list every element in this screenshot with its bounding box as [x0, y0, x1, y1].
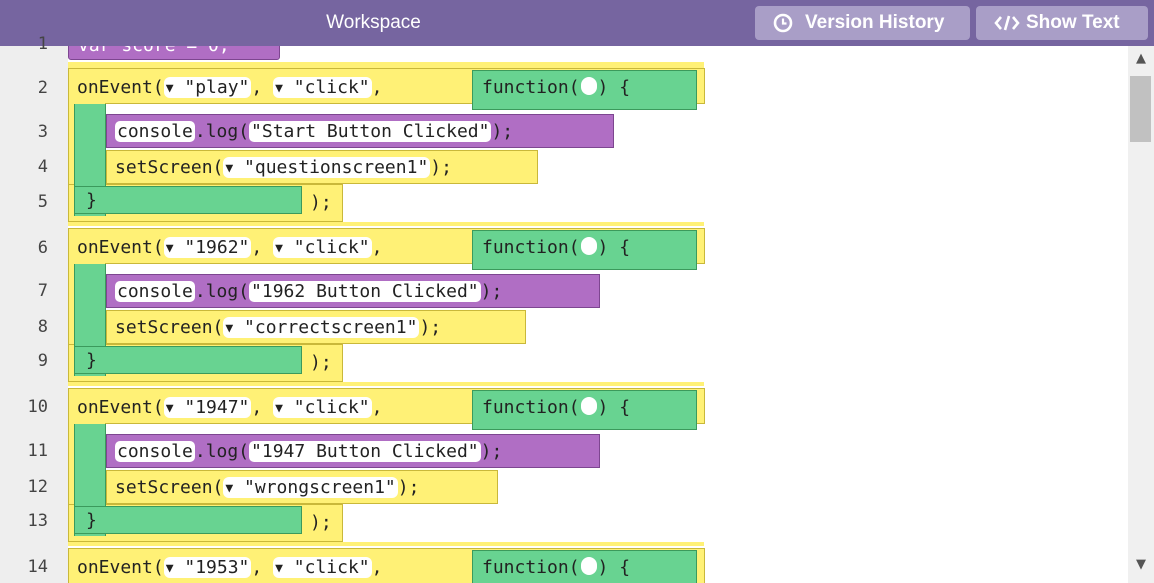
show-text-button[interactable]: Show Text [976, 6, 1148, 40]
triangle-down-icon: ▼ [165, 81, 174, 96]
clock-icon [773, 6, 793, 40]
console-log-line: console .log("Start Button Clicked"); [115, 121, 514, 142]
close-brace: } [86, 510, 97, 531]
block-separator [68, 382, 704, 386]
triangle-down-icon: ▼ [225, 481, 234, 496]
screen-dropdown[interactable]: ▼ "questionscreen1" [223, 157, 431, 178]
screen-dropdown[interactable]: ▼ "correctscreen1" [223, 317, 420, 338]
version-history-label: Version History [805, 12, 945, 33]
triangle-down-icon: ▼ [225, 161, 234, 176]
close-brace: } [86, 350, 97, 371]
element-id-dropdown[interactable]: ▼ "1947" [163, 397, 252, 418]
setscreen-line: setScreen(▼ "questionscreen1"); [115, 157, 452, 178]
onevent-line: onEvent(▼ "1953", ▼ "click", [77, 557, 383, 578]
scroll-down-arrow-icon[interactable]: ▼ [1128, 554, 1154, 576]
variable-declaration-code: var score = 0; [78, 46, 230, 58]
element-id-dropdown[interactable]: ▼ "1953" [163, 557, 252, 578]
workspace-title: Workspace [326, 12, 421, 33]
triangle-down-icon: ▼ [225, 321, 234, 336]
event-type-dropdown[interactable]: ▼ "click" [273, 77, 372, 98]
function-line: function() { [482, 397, 631, 418]
parameter-slot[interactable] [580, 397, 597, 415]
event-type-dropdown[interactable]: ▼ "click" [273, 557, 372, 578]
function-block-footer [74, 186, 302, 214]
onevent-line: onEvent(▼ "1962", ▼ "click", [77, 237, 383, 258]
triangle-down-icon: ▼ [275, 241, 283, 256]
block-workspace[interactable]: var score = 0; onEvent(▼ "play", ▼ "clic… [0, 46, 1128, 583]
element-id-dropdown[interactable]: ▼ "play" [163, 77, 252, 98]
workspace-header: Workspace Version History Show Text [0, 0, 1154, 46]
function-line: function() { [482, 557, 631, 578]
block-separator [68, 542, 704, 546]
function-block-footer [74, 506, 302, 534]
function-line: function() { [482, 237, 631, 258]
show-text-label: Show Text [1026, 12, 1120, 33]
setscreen-line: setScreen(▼ "wrongscreen1"); [115, 477, 420, 498]
log-text-input[interactable]: "1947 Button Clicked" [249, 441, 481, 462]
log-text-input[interactable]: "Start Button Clicked" [249, 121, 492, 142]
close-block: ); [310, 352, 332, 373]
event-type-dropdown[interactable]: ▼ "click" [273, 397, 372, 418]
function-line: function() { [482, 77, 631, 98]
screen-dropdown[interactable]: ▼ "wrongscreen1" [223, 477, 398, 498]
triangle-down-icon: ▼ [165, 241, 174, 256]
parameter-slot[interactable] [580, 237, 597, 255]
block-separator [68, 222, 704, 226]
vertical-scrollbar[interactable]: ▲ ▼ [1128, 46, 1154, 583]
triangle-down-icon: ▼ [275, 561, 283, 576]
onevent-line: onEvent(▼ "1947", ▼ "click", [77, 397, 383, 418]
close-block: ); [310, 512, 332, 533]
console-log-line: console .log("1947 Button Clicked"); [115, 441, 503, 462]
triangle-down-icon: ▼ [275, 401, 283, 416]
parameter-slot[interactable] [580, 557, 597, 575]
triangle-down-icon: ▼ [165, 561, 174, 576]
triangle-down-icon: ▼ [165, 401, 174, 416]
close-block: ); [310, 192, 332, 213]
parameter-slot[interactable] [580, 77, 597, 95]
log-text-input[interactable]: "1962 Button Clicked" [249, 281, 481, 302]
scroll-up-arrow-icon[interactable]: ▲ [1128, 48, 1154, 70]
element-id-dropdown[interactable]: ▼ "1962" [163, 237, 252, 258]
version-history-button[interactable]: Version History [755, 6, 970, 40]
triangle-down-icon: ▼ [275, 81, 283, 96]
event-type-dropdown[interactable]: ▼ "click" [273, 237, 372, 258]
scrollbar-thumb[interactable] [1130, 76, 1151, 142]
setscreen-line: setScreen(▼ "correctscreen1"); [115, 317, 442, 338]
console-log-line: console .log("1962 Button Clicked"); [115, 281, 503, 302]
onevent-line: onEvent(▼ "play", ▼ "click", [77, 77, 383, 98]
code-brackets-icon [994, 6, 1020, 40]
function-block-footer [74, 346, 302, 374]
close-brace: } [86, 190, 97, 211]
